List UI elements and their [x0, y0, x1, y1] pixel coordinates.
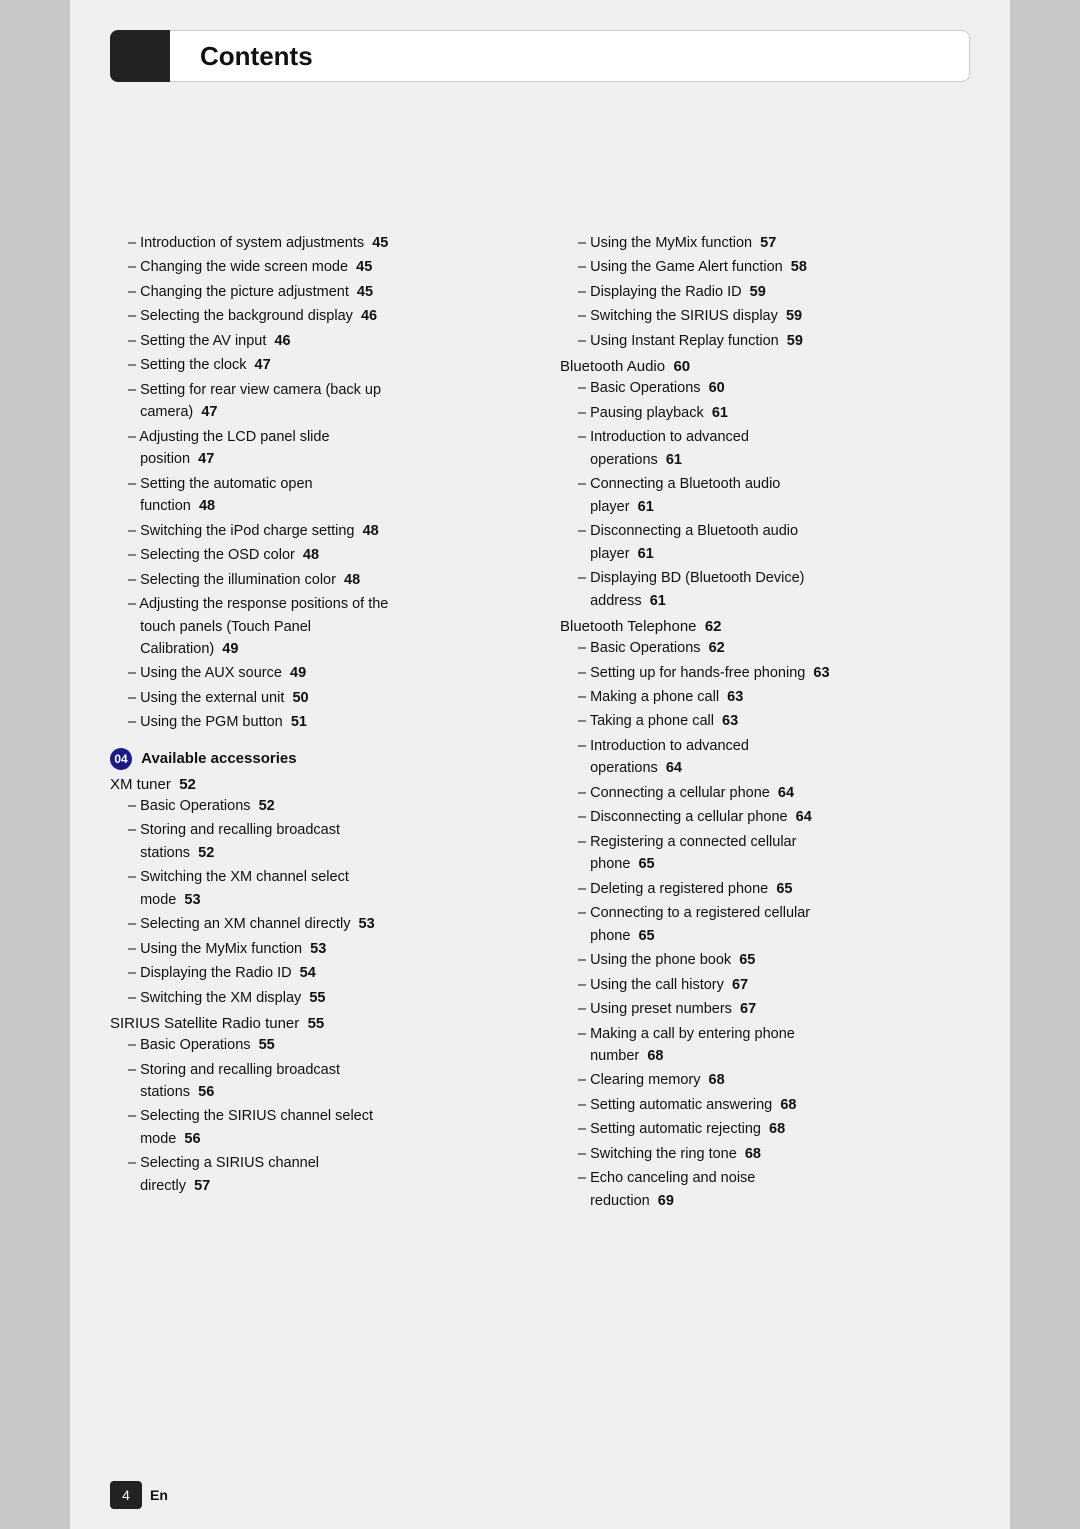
list-item: – Using the call history 67: [560, 974, 970, 996]
list-item: – Disconnecting a Bluetooth audio player…: [560, 520, 970, 565]
list-item: – Selecting the illumination color 48: [110, 569, 520, 591]
list-item: – Connecting a cellular phone 64: [560, 782, 970, 804]
page-language: En: [150, 1487, 168, 1503]
toc-columns: – Introduction of system adjustments 45 …: [110, 232, 970, 1214]
list-item: – Selecting the background display 46: [110, 305, 520, 327]
list-item: – Switching the ring tone 68: [560, 1143, 970, 1165]
left-column: – Introduction of system adjustments 45 …: [110, 232, 520, 1199]
page: Contents – Introduction of system adjust…: [70, 0, 1010, 1529]
subsection-title: Bluetooth Telephone 62: [560, 618, 970, 635]
list-item: – Selecting an XM channel directly 53: [110, 913, 520, 935]
list-item: – Using the PGM button 51: [110, 711, 520, 733]
list-item: – Switching the iPod charge setting 48: [110, 520, 520, 542]
list-item: – Setting the AV input 46: [110, 330, 520, 352]
list-item: – Setting up for hands-free phoning 63: [560, 662, 970, 684]
section-number-circle: 04: [110, 748, 132, 770]
list-item: – Basic Operations 60: [560, 377, 970, 399]
list-item: – Deleting a registered phone 65: [560, 878, 970, 900]
list-item: – Setting the automatic open function 48: [110, 473, 520, 518]
list-item: – Using the external unit 50: [110, 687, 520, 709]
list-item: – Storing and recalling broadcast statio…: [110, 819, 520, 864]
list-item: – Displaying BD (Bluetooth Device) addre…: [560, 567, 970, 612]
list-item: – Displaying the Radio ID 54: [110, 962, 520, 984]
list-item: – Setting the clock 47: [110, 354, 520, 376]
top-spacer: [110, 112, 970, 232]
list-item: – Registering a connected cellular phone…: [560, 831, 970, 876]
list-item: – Adjusting the response positions of th…: [110, 593, 520, 660]
list-item: – Displaying the Radio ID 59: [560, 281, 970, 303]
title-bar: Contents: [110, 30, 970, 82]
list-item: – Introduction to advanced operations 64: [560, 735, 970, 780]
list-item: – Basic Operations 52: [110, 795, 520, 817]
list-item: – Connecting to a registered cellular ph…: [560, 902, 970, 947]
title-bar-decoration: [110, 30, 170, 82]
page-number: 4: [122, 1487, 130, 1503]
section04-header: 04 Available accessories: [110, 748, 520, 770]
right-column: – Using the MyMix function 57 – Using th…: [560, 232, 970, 1214]
list-item: – Selecting the SIRIUS channel select mo…: [110, 1105, 520, 1150]
list-item: – Using the Game Alert function 58: [560, 256, 970, 278]
list-item: – Introduction of system adjustments 45: [110, 232, 520, 254]
bottom-bar: 4 En: [110, 1481, 168, 1509]
list-item: – Using the MyMix function 57: [560, 232, 970, 254]
list-item: – Making a phone call 63: [560, 686, 970, 708]
list-item: – Switching the XM channel select mode 5…: [110, 866, 520, 911]
list-item: – Switching the SIRIUS display 59: [560, 305, 970, 327]
list-item: – Selecting a SIRIUS channel directly 57: [110, 1152, 520, 1197]
list-item: – Using preset numbers 67: [560, 998, 970, 1020]
list-item: – Taking a phone call 63: [560, 710, 970, 732]
list-item: – Switching the XM display 55: [110, 987, 520, 1009]
list-item: – Changing the picture adjustment 45: [110, 281, 520, 303]
list-item: – Setting automatic answering 68: [560, 1094, 970, 1116]
page-number-box: 4: [110, 1481, 142, 1509]
list-item: – Setting automatic rejecting 68: [560, 1118, 970, 1140]
list-item: – Pausing playback 61: [560, 402, 970, 424]
list-item: – Storing and recalling broadcast statio…: [110, 1059, 520, 1104]
section-title: Available accessories: [141, 750, 296, 767]
list-item: – Echo canceling and noise reduction 69: [560, 1167, 970, 1212]
list-item: – Using the MyMix function 53: [110, 938, 520, 960]
list-item: – Changing the wide screen mode 45: [110, 256, 520, 278]
subsection-title: Bluetooth Audio 60: [560, 358, 970, 375]
list-item: – Clearing memory 68: [560, 1069, 970, 1091]
list-item: – Basic Operations 62: [560, 637, 970, 659]
title-bar-content: Contents: [170, 30, 970, 82]
list-item: – Basic Operations 55: [110, 1034, 520, 1056]
page-title: Contents: [200, 41, 313, 72]
list-item: – Disconnecting a cellular phone 64: [560, 806, 970, 828]
list-item: – Using the AUX source 49: [110, 662, 520, 684]
list-item: – Connecting a Bluetooth audio player 61: [560, 473, 970, 518]
list-item: – Setting for rear view camera (back up …: [110, 379, 520, 424]
list-item: – Using the phone book 65: [560, 949, 970, 971]
list-item: – Making a call by entering phone number…: [560, 1023, 970, 1068]
list-item: – Using Instant Replay function 59: [560, 330, 970, 352]
list-item: – Introduction to advanced operations 61: [560, 426, 970, 471]
subsection-title: SIRIUS Satellite Radio tuner 55: [110, 1015, 520, 1032]
list-item: – Selecting the OSD color 48: [110, 544, 520, 566]
subsection-title: XM tuner 52: [110, 776, 520, 793]
list-item: – Adjusting the LCD panel slide position…: [110, 426, 520, 471]
